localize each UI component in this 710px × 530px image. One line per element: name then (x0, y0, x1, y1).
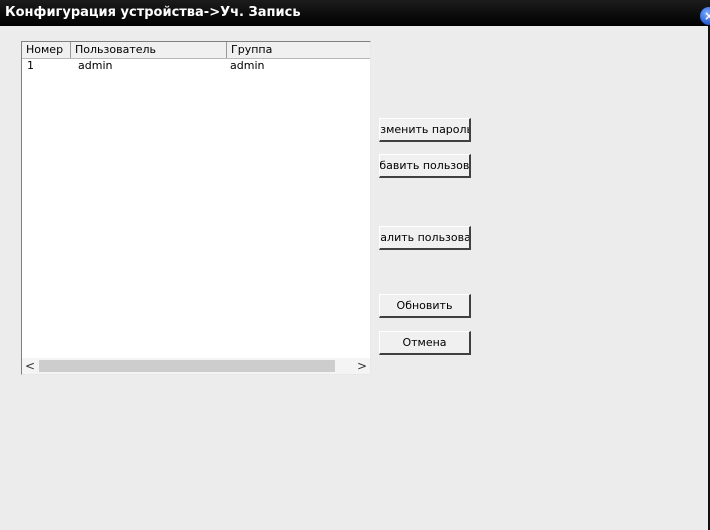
chevron-right-icon[interactable]: > (354, 358, 370, 374)
add-user-label: Добавить пользователя (379, 159, 470, 172)
cancel-label: Отмена (402, 336, 447, 349)
horizontal-scrollbar[interactable]: < > (22, 358, 370, 374)
refresh-button[interactable]: Обновить (379, 294, 471, 318)
change-password-label: Изменить пароль (379, 123, 471, 136)
scrollbar-thumb[interactable] (39, 360, 335, 372)
cancel-button[interactable]: Отмена (379, 331, 471, 355)
delete-user-label: Удалить пользователя (380, 231, 471, 244)
add-user-button[interactable]: Добавить пользователя (379, 154, 471, 178)
table-header: Номер Пользователь Группа (22, 42, 370, 59)
window-title: Конфигурация устройства->Уч. Запись (5, 5, 301, 20)
cell-group: admin (230, 59, 265, 72)
users-table[interactable]: Номер Пользователь Группа 1 admin admin … (21, 41, 371, 375)
chevron-left-icon[interactable]: < (22, 358, 38, 374)
delete-user-button[interactable]: Удалить пользователя (379, 226, 471, 250)
column-header-user[interactable]: Пользователь (71, 42, 227, 58)
column-header-number[interactable]: Номер (22, 42, 71, 58)
title-bar: Конфигурация устройства->Уч. Запись × (0, 0, 710, 26)
refresh-label: Обновить (396, 299, 453, 312)
column-header-group[interactable]: Группа (227, 42, 370, 58)
close-icon[interactable]: × (700, 7, 710, 25)
change-password-button[interactable]: Изменить пароль (379, 118, 471, 142)
cell-number: 1 (27, 59, 34, 72)
cell-user: admin (78, 59, 113, 72)
table-row[interactable]: 1 admin admin (22, 59, 370, 73)
